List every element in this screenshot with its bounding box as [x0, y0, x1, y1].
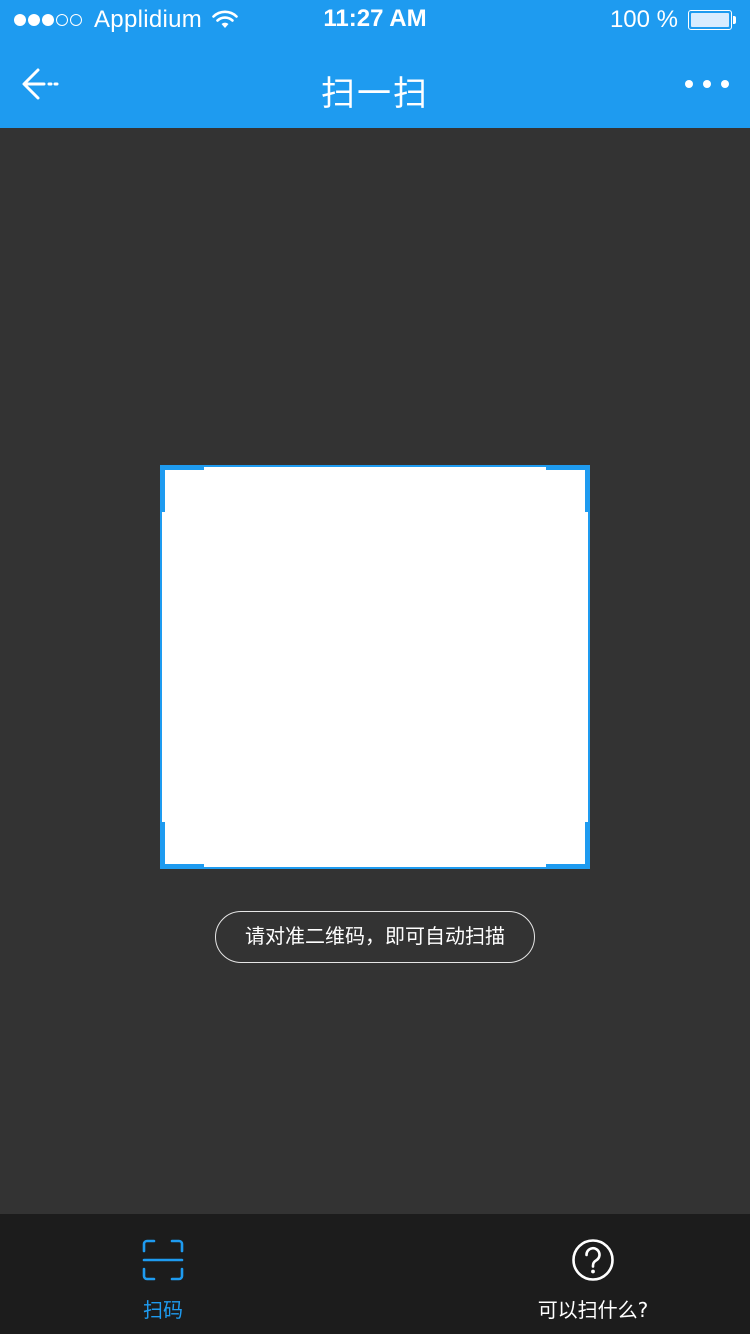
- scan-corner-top-left: [160, 465, 204, 512]
- tab-scan-code-label: 扫码: [143, 1298, 183, 1322]
- scan-screen: Applidium 11:27 AM 100 % 扫一扫 请对准二维码，即可自动…: [0, 0, 750, 1334]
- status-right: 100 %: [609, 6, 736, 33]
- scan-corner-top-right: [546, 465, 590, 512]
- scan-corner-bottom-right: [546, 822, 590, 869]
- battery-tip: [733, 16, 736, 24]
- tab-what-can-scan[interactable]: 可以扫什么?: [468, 1214, 718, 1334]
- question-circle-icon: [572, 1239, 614, 1281]
- tab-what-can-scan-label: 可以扫什么?: [537, 1298, 649, 1322]
- battery-icon: [688, 10, 736, 30]
- battery-fill: [691, 13, 729, 27]
- tab-scan-code[interactable]: 扫码: [38, 1214, 288, 1334]
- bottom-tab-bar: 扫码 可以扫什么?: [0, 1214, 750, 1334]
- navigation-bar: 扫一扫: [0, 40, 750, 128]
- page-title: 扫一扫: [321, 74, 429, 114]
- scan-code-icon: [142, 1239, 184, 1281]
- status-bar: Applidium 11:27 AM 100 %: [0, 0, 750, 40]
- battery-percent: 100 %: [609, 6, 678, 33]
- scan-corner-bottom-left: [160, 822, 204, 869]
- scan-frame-border: [160, 465, 590, 869]
- scan-hint: 请对准二维码，即可自动扫描: [215, 911, 535, 963]
- scan-viewfinder: [160, 465, 590, 869]
- more-dots-icon[interactable]: [684, 74, 730, 94]
